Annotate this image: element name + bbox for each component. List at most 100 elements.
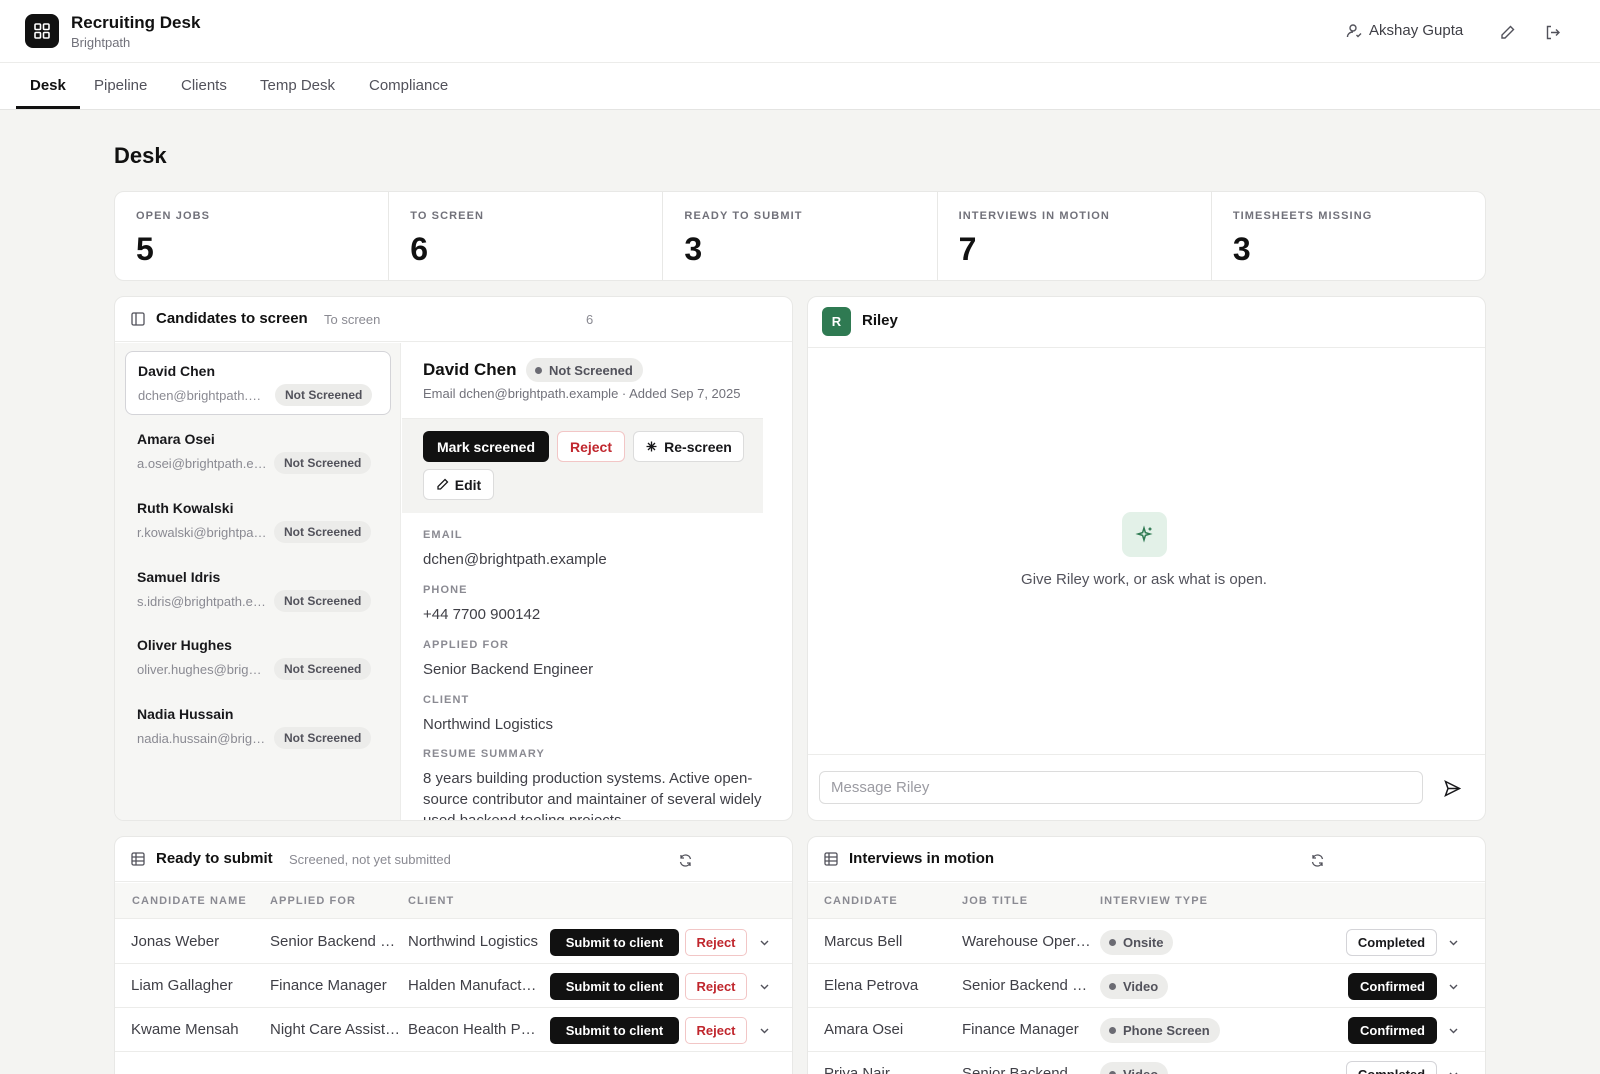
interview-type-pill: Onsite	[1100, 930, 1174, 955]
mark-screened-button[interactable]: Mark screened	[423, 431, 549, 462]
tab-compliance[interactable]: Compliance	[369, 77, 448, 94]
candidate-list: David Chen dchen@brightpath.example Not …	[115, 343, 401, 820]
tab-desk[interactable]: Desk	[30, 77, 66, 94]
panel-title: Interviews in motion	[849, 850, 995, 867]
chevron-down-icon[interactable]	[1445, 1066, 1461, 1074]
table-row[interactable]: Jonas Weber Senior Backend Engineer Nort…	[115, 920, 792, 964]
dashboard-icon	[25, 14, 59, 48]
submit-to-client-button[interactable]: Submit to client	[550, 973, 679, 1000]
status-badge: Not Screened	[526, 358, 643, 382]
candidate-item[interactable]: Ruth Kowalski r.kowalski@brightpath.exam…	[125, 489, 391, 553]
chat-composer	[808, 754, 1485, 820]
candidate-item[interactable]: Samuel Idris s.idris@brightpath.example …	[125, 558, 391, 622]
logout-icon	[1544, 24, 1561, 41]
stat-to-screen[interactable]: TO SCREEN 6	[389, 192, 664, 280]
tab-clients[interactable]: Clients	[181, 77, 227, 94]
interview-type: Phone Screen	[1123, 1023, 1210, 1038]
interview-status[interactable]: Completed	[1346, 929, 1437, 956]
table-header: CANDIDATE JOB TITLE INTERVIEW TYPE	[808, 883, 1485, 919]
client: Halden Manufacturing	[408, 977, 541, 994]
user-name: Akshay Gupta	[1369, 22, 1464, 39]
table-row[interactable]: Elena Petrova Senior Backend Engineer Vi…	[808, 964, 1485, 1008]
candidate-name: Samuel Idris	[137, 569, 221, 585]
table-header: CANDIDATE NAME APPLIED FOR CLIENT	[115, 883, 792, 919]
tab-pipeline[interactable]: Pipeline	[94, 77, 147, 94]
refresh-button[interactable]	[676, 851, 694, 869]
page-title: Desk	[114, 143, 167, 168]
avatar: R	[822, 307, 851, 336]
refresh-button[interactable]	[1308, 851, 1326, 869]
candidate-name: David Chen	[138, 363, 216, 379]
stat-label: TIMESHEETS MISSING	[1232, 210, 1373, 222]
interview-status[interactable]: Confirmed	[1348, 1017, 1437, 1044]
table-row[interactable]: Priya Nair Senior Backend Engineer Video…	[808, 1052, 1485, 1074]
status-dot	[535, 366, 542, 374]
reject-button[interactable]: Reject	[557, 431, 625, 462]
user-menu[interactable]: Akshay Gupta	[1346, 22, 1463, 39]
reject-button[interactable]: Reject	[685, 1017, 747, 1044]
candidate-item[interactable]: Amara Osei a.osei@brightpath.example Not…	[125, 420, 391, 484]
candidate-name: Jonas Weber	[131, 933, 220, 950]
logout-button[interactable]	[1540, 20, 1564, 44]
table-row[interactable]: Marcus Bell Warehouse Operative Onsite C…	[808, 920, 1485, 964]
candidate-email: dchen@brightpath.example	[138, 388, 268, 403]
stat-value: 3	[684, 231, 703, 267]
table-row[interactable]: Kwame Mensah Night Care Assistant Beacon…	[115, 1008, 792, 1052]
interview-status[interactable]: Confirmed	[1348, 973, 1437, 1000]
table-row[interactable]: Liam Gallagher Finance Manager Halden Ma…	[115, 964, 792, 1008]
chevron-down-icon[interactable]	[756, 978, 772, 994]
candidate-item[interactable]: Nadia Hussain nadia.hussain@brightpath.e…	[125, 695, 391, 759]
candidate-name: Elena Petrova	[824, 977, 919, 994]
rescreen-button[interactable]: Re-screen	[633, 431, 744, 462]
applied-for: Night Care Assistant	[270, 1021, 401, 1038]
panel-title: Ready to submit	[156, 850, 273, 867]
chevron-down-icon[interactable]	[756, 934, 772, 950]
app-subtitle: Brightpath	[71, 35, 131, 50]
reject-button[interactable]: Reject	[685, 929, 747, 956]
interviews-panel: Interviews in motion CANDIDATE JOB TITLE…	[807, 836, 1486, 1074]
user-icon	[1346, 23, 1362, 39]
panel-header: Candidates to screen To screen 6	[115, 297, 792, 342]
status-badge: Not Screened	[274, 521, 372, 543]
field-value-phone: +44 7700 900142	[423, 606, 541, 623]
main-tabs: Desk Pipeline Clients Temp Desk Complian…	[0, 63, 1600, 110]
edit-label: Edit	[454, 476, 482, 493]
tab-temp-desk[interactable]: Temp Desk	[260, 77, 335, 94]
submit-to-client-button[interactable]: Submit to client	[550, 1017, 679, 1044]
candidate-item[interactable]: David Chen dchen@brightpath.example Not …	[125, 351, 391, 415]
interview-status[interactable]: Completed	[1346, 1061, 1437, 1074]
candidates-panel: Candidates to screen To screen 6 David C…	[114, 296, 793, 821]
edit-candidate-button[interactable]: Edit	[423, 469, 494, 500]
chevron-down-icon[interactable]	[1445, 978, 1461, 994]
candidate-name: Oliver Hughes	[137, 637, 232, 653]
field-value-applied-for: Senior Backend Engineer	[423, 661, 594, 678]
candidate-name: Nadia Hussain	[137, 706, 234, 722]
panel-header: R Riley	[808, 297, 1485, 348]
status-badge: Not Screened	[274, 727, 372, 749]
chevron-down-icon[interactable]	[1445, 934, 1461, 950]
field-label-client: CLIENT	[423, 694, 470, 706]
edit-button[interactable]	[1495, 20, 1519, 44]
table-icon	[824, 852, 838, 866]
panel-subtitle: To screen	[324, 312, 381, 327]
interview-type-pill: Video	[1100, 974, 1169, 999]
send-button[interactable]	[1440, 776, 1464, 800]
stat-open-jobs[interactable]: OPEN JOBS 5	[115, 192, 390, 280]
table-row[interactable]: Amara Osei Finance Manager Phone Screen …	[808, 1008, 1485, 1052]
chevron-down-icon[interactable]	[1445, 1022, 1461, 1038]
stat-timesheets-missing[interactable]: TIMESHEETS MISSING 3	[1212, 192, 1485, 280]
submit-to-client-button[interactable]: Submit to client	[550, 929, 679, 956]
candidate-item[interactable]: Oliver Hughes oliver.hughes@brightpath.e…	[125, 626, 391, 690]
stat-ready-to-submit[interactable]: READY TO SUBMIT 3	[663, 192, 938, 280]
panel-header: Ready to submit Screened, not yet submit…	[115, 837, 792, 882]
stat-interviews-in-motion[interactable]: INTERVIEWS IN MOTION 7	[938, 192, 1212, 280]
status-badge: Not Screened	[274, 590, 372, 612]
column-header: APPLIED FOR	[270, 895, 357, 907]
message-input[interactable]	[819, 771, 1423, 804]
reject-button[interactable]: Reject	[685, 973, 747, 1000]
sparkle-icon	[645, 440, 658, 453]
stat-label: TO SCREEN	[410, 210, 485, 222]
chevron-down-icon[interactable]	[756, 1022, 772, 1038]
detail-name: David Chen	[423, 360, 517, 379]
panel-title: Candidates to screen	[156, 310, 308, 327]
